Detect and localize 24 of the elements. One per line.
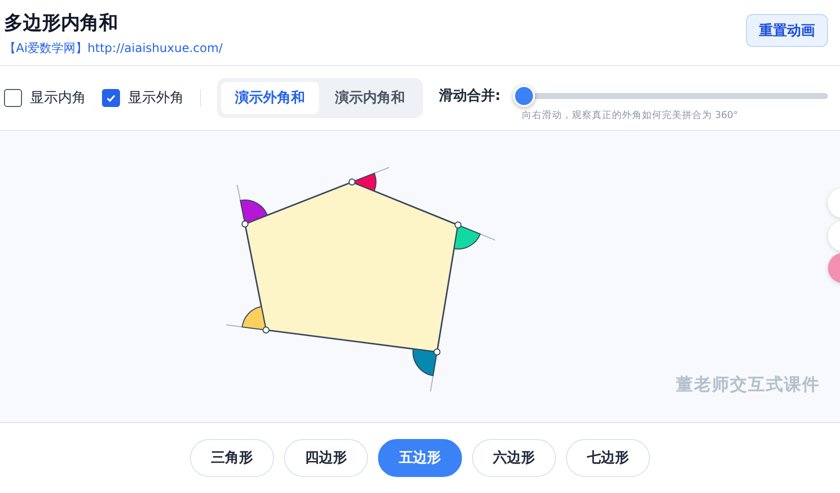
- vertex-handle[interactable]: [434, 348, 440, 356]
- reset-button[interactable]: 重置动画: [746, 14, 828, 47]
- shape-tab[interactable]: 五边形: [378, 439, 462, 477]
- slider-hint: 向右滑动，观察真正的外角如何完美拼合为 360°: [521, 108, 739, 122]
- brand-mark: 董老师交互式课件: [676, 374, 820, 396]
- site-link[interactable]: 【Ai爱数学网】http://aiaishuxue.com/: [4, 40, 223, 57]
- vertex-handle[interactable]: [262, 326, 270, 334]
- slider-label: 滑动合并:: [439, 86, 501, 104]
- page-title: 多边形内角和: [4, 11, 119, 36]
- shape-tab[interactable]: 六边形: [472, 439, 556, 477]
- vertex-handle[interactable]: [242, 220, 248, 228]
- merge-slider[interactable]: [512, 84, 828, 106]
- slider-thumb[interactable]: [512, 84, 535, 106]
- shape-tab[interactable]: 四边形: [284, 439, 368, 477]
- shape-tab[interactable]: 三角形: [190, 439, 274, 477]
- mode-tab[interactable]: 演示外角和: [221, 82, 319, 114]
- vertex-handle[interactable]: [348, 178, 356, 186]
- shape-tab[interactable]: 七边形: [566, 439, 650, 477]
- mode-tab[interactable]: 演示内角和: [321, 82, 419, 114]
- vertex-handle[interactable]: [454, 222, 462, 228]
- checkbox[interactable]: [102, 89, 120, 107]
- checkbox-label: 显示内角: [30, 89, 86, 107]
- checkbox-label: 显示外角: [128, 89, 184, 107]
- checkbox[interactable]: [4, 89, 22, 107]
